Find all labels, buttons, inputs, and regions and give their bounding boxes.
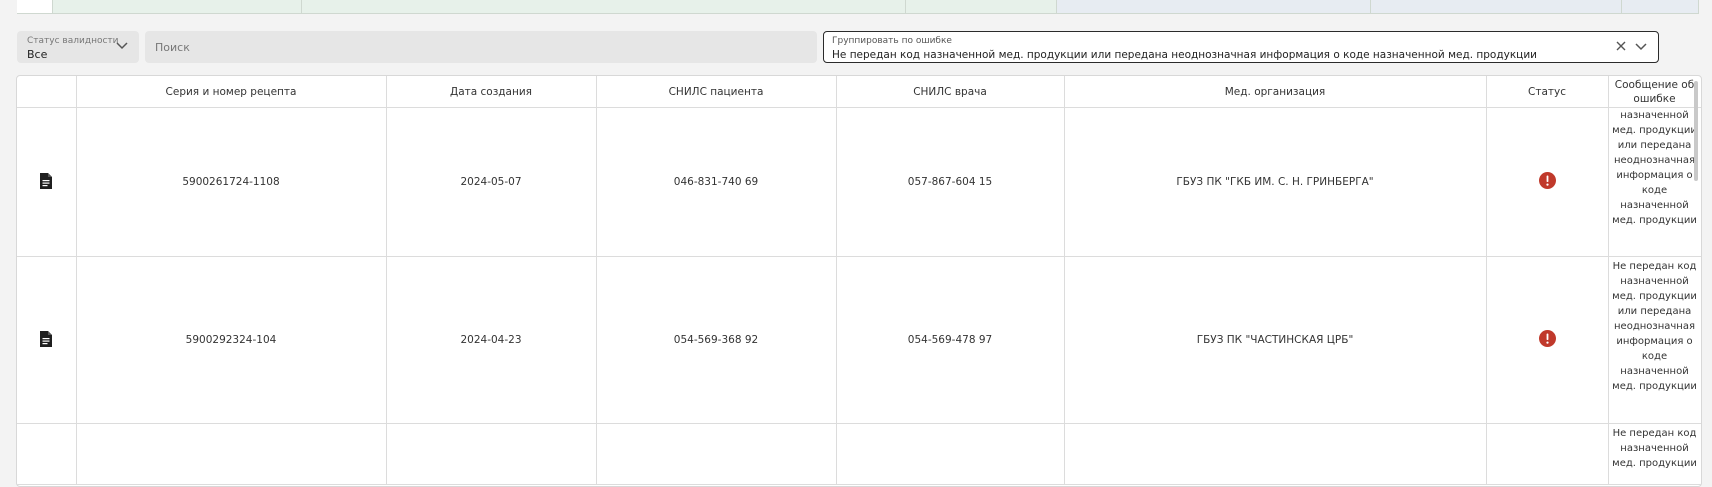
cell-number: 5900292324-104	[76, 256, 387, 424]
error-icon	[1538, 330, 1556, 347]
previous-table-strip	[0, 0, 1712, 14]
strip-cell	[1057, 0, 1371, 14]
document-icon[interactable]	[39, 330, 53, 347]
strip-cell	[1371, 0, 1622, 14]
strip-cell	[53, 0, 302, 14]
status-filter-label: Статус валидности	[27, 36, 119, 46]
column-header-number[interactable]: Серия и номер рецепта	[76, 76, 387, 108]
column-header-doctor-snils[interactable]: СНИЛС врача	[836, 76, 1065, 108]
row-icon-cell[interactable]	[17, 423, 77, 485]
cell-patient-snils: 046-831-740 69	[596, 107, 837, 257]
close-icon[interactable]	[1614, 39, 1628, 53]
cell-status	[1486, 423, 1609, 485]
column-header-patient-snils[interactable]: СНИЛС пациента	[596, 76, 837, 108]
cell-doctor-snils: 057-867-604 15	[836, 107, 1065, 257]
cell-error-message: назначенной мед. продукции или передана …	[1608, 107, 1701, 257]
strip-cell	[302, 0, 906, 14]
cell-error-message: Не передан код назначенной мед. продукци…	[1608, 256, 1701, 424]
error-icon	[1538, 172, 1556, 189]
table-scrollbar[interactable]	[1694, 81, 1698, 181]
cell-date: 2024-05-07	[386, 107, 597, 257]
column-header-error-message[interactable]: Сообщение об ошибке	[1608, 76, 1701, 108]
cell-organization: ГБУЗ ПК "ГКБ ИМ. С. Н. ГРИНБЕРГА"	[1064, 107, 1487, 257]
group-by-error-value: Не передан код назначенной мед. продукци…	[832, 49, 1537, 61]
cell-doctor-snils: 054-569-478 97	[836, 256, 1065, 424]
cell-number: 5900261724-1108	[76, 107, 387, 257]
strip-cell	[906, 0, 1057, 14]
table-row[interactable]: 5900261724-1108 2024-05-07 046-831-740 6…	[17, 107, 1701, 257]
status-filter-value: Все	[27, 48, 48, 61]
cell-status	[1486, 107, 1609, 257]
prescriptions-table: Серия и номер рецепта Дата создания СНИЛ…	[16, 75, 1702, 487]
cell-number	[76, 423, 387, 485]
status-filter-select[interactable]: Статус валидности Все	[17, 31, 139, 63]
group-by-error-select[interactable]: Группировать по ошибке Не передан код на…	[823, 31, 1659, 63]
row-icon-cell[interactable]	[17, 107, 77, 257]
cell-doctor-snils	[836, 423, 1065, 485]
cell-date: 2024-04-23	[386, 256, 597, 424]
chevron-down-icon[interactable]	[115, 38, 129, 52]
cell-status	[1486, 256, 1609, 424]
cell-patient-snils: 054-569-368 92	[596, 256, 837, 424]
column-header-date[interactable]: Дата создания	[386, 76, 597, 108]
table-header-row: Серия и номер рецепта Дата создания СНИЛ…	[17, 76, 1701, 108]
error-message-text: Не передан код назначенной мед. продукци…	[1612, 428, 1697, 469]
document-icon[interactable]	[39, 172, 53, 189]
column-header-organization[interactable]: Мед. организация	[1064, 76, 1487, 108]
strip-cell	[17, 0, 53, 14]
column-header-status[interactable]: Статус	[1486, 76, 1609, 108]
cell-date	[386, 423, 597, 485]
table-row[interactable]: 5900292324-104 2024-04-23 054-569-368 92…	[17, 256, 1701, 424]
chevron-down-icon[interactable]	[1634, 39, 1648, 53]
error-message-text: назначенной мед. продукции или передана …	[1612, 110, 1697, 226]
cell-error-message: Не передан код назначенной мед. продукци…	[1608, 423, 1701, 485]
table-row[interactable]: Не передан код назначенной мед. продукци…	[17, 423, 1701, 485]
cell-patient-snils	[596, 423, 837, 485]
row-icon-cell[interactable]	[17, 256, 77, 424]
error-message-text: Не передан код назначенной мед. продукци…	[1612, 261, 1697, 392]
cell-organization: ГБУЗ ПК "ЧАСТИНСКАЯ ЦРБ"	[1064, 256, 1487, 424]
cell-organization	[1064, 423, 1487, 485]
strip-cell	[1622, 0, 1699, 14]
search-placeholder: Поиск	[155, 41, 190, 54]
search-input[interactable]: Поиск	[145, 31, 817, 63]
column-header-icon	[17, 76, 77, 108]
group-by-error-label: Группировать по ошибке	[832, 36, 952, 46]
